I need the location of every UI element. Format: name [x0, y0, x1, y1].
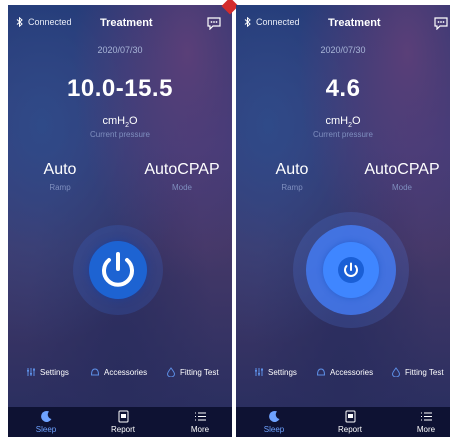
- accessories-link[interactable]: Accessories: [316, 367, 373, 377]
- nav-sleep[interactable]: Sleep: [16, 410, 76, 434]
- settings-sliders-icon: [255, 368, 263, 376]
- bluetooth-icon: [16, 17, 23, 27]
- mode-caption: Mode: [171, 183, 192, 192]
- moon-icon: [268, 410, 279, 422]
- fitting-drop-icon: [166, 367, 176, 377]
- nav-report-label: Report: [110, 425, 135, 434]
- connection-status: Connected: [16, 17, 72, 27]
- accessories-link[interactable]: Accessories: [90, 367, 147, 377]
- accessories-mask-icon: [316, 368, 326, 376]
- settings-sliders-icon: [27, 368, 35, 376]
- fitting-drop-icon: [391, 367, 401, 377]
- treatment-screen-left: Connected Treatment 2020/07/30 10.0-15.5…: [8, 5, 232, 407]
- status-text: Connected: [256, 17, 300, 27]
- nav-report[interactable]: Report: [320, 410, 380, 434]
- ramp-value[interactable]: Auto: [30, 161, 90, 179]
- settings-link[interactable]: Settings: [254, 367, 297, 377]
- ramp-value[interactable]: Auto: [262, 161, 322, 179]
- pressure-value: 10.0-15.5: [67, 75, 173, 102]
- settings-link[interactable]: Settings: [26, 367, 69, 377]
- treatment-screen-right: Connected Treatment 2020/07/30 4.6 cmH2O…: [236, 5, 450, 407]
- moon-icon: [40, 410, 51, 422]
- ramp-caption: Ramp: [281, 183, 303, 192]
- session-date: 2020/07/30: [97, 45, 143, 55]
- fitting-test-label: Fitting Test: [180, 367, 219, 377]
- pressure-value: 4.6: [325, 75, 361, 102]
- bluetooth-icon: [244, 17, 251, 27]
- power-icon: [338, 257, 364, 283]
- pressure-unit: cmH2O: [102, 115, 138, 130]
- power-button[interactable]: [89, 241, 147, 299]
- mode-caption: Mode: [391, 183, 412, 192]
- settings-label: Settings: [40, 367, 69, 377]
- fitting-test-link[interactable]: Fitting Test: [391, 367, 444, 377]
- power-button[interactable]: [323, 242, 379, 298]
- power-icon: [102, 252, 134, 287]
- nav-sleep-label: Sleep: [263, 425, 285, 434]
- mode-value[interactable]: AutoCPAP: [356, 161, 448, 179]
- report-icon: [345, 410, 355, 423]
- page-title: Treatment: [328, 17, 381, 29]
- settings-label: Settings: [268, 367, 297, 377]
- session-date: 2020/07/30: [320, 45, 366, 55]
- pressure-unit: cmH2O: [325, 115, 361, 130]
- ramp-caption: Ramp: [49, 183, 71, 192]
- more-list-icon: [420, 412, 432, 421]
- accessories-label: Accessories: [104, 367, 148, 377]
- accessories-mask-icon: [90, 368, 100, 376]
- report-icon: [118, 410, 128, 423]
- bottom-nav-right: Sleep Report More: [236, 407, 450, 437]
- nav-more-label: More: [416, 425, 436, 434]
- more-list-icon: [194, 412, 206, 421]
- chat-icon[interactable]: [207, 17, 221, 30]
- nav-sleep[interactable]: Sleep: [244, 410, 304, 434]
- nav-more[interactable]: More: [396, 410, 453, 434]
- nav-report-label: Report: [337, 425, 362, 434]
- fitting-test-link[interactable]: Fitting Test: [166, 367, 219, 377]
- nav-sleep-label: Sleep: [35, 425, 57, 434]
- accessories-label: Accessories: [330, 367, 374, 377]
- nav-more-label: More: [190, 425, 210, 434]
- fitting-test-label: Fitting Test: [405, 367, 444, 377]
- pressure-caption: Current pressure: [89, 130, 151, 139]
- connection-status: Connected: [244, 17, 300, 27]
- nav-more[interactable]: More: [170, 410, 230, 434]
- page-title: Treatment: [100, 17, 153, 29]
- mode-value[interactable]: AutoCPAP: [136, 161, 228, 179]
- chat-icon[interactable]: [434, 17, 448, 30]
- status-text: Connected: [28, 17, 72, 27]
- bottom-nav-left: Sleep Report More: [8, 407, 232, 437]
- nav-report[interactable]: Report: [93, 410, 153, 434]
- pressure-caption: Current pressure: [312, 130, 374, 139]
